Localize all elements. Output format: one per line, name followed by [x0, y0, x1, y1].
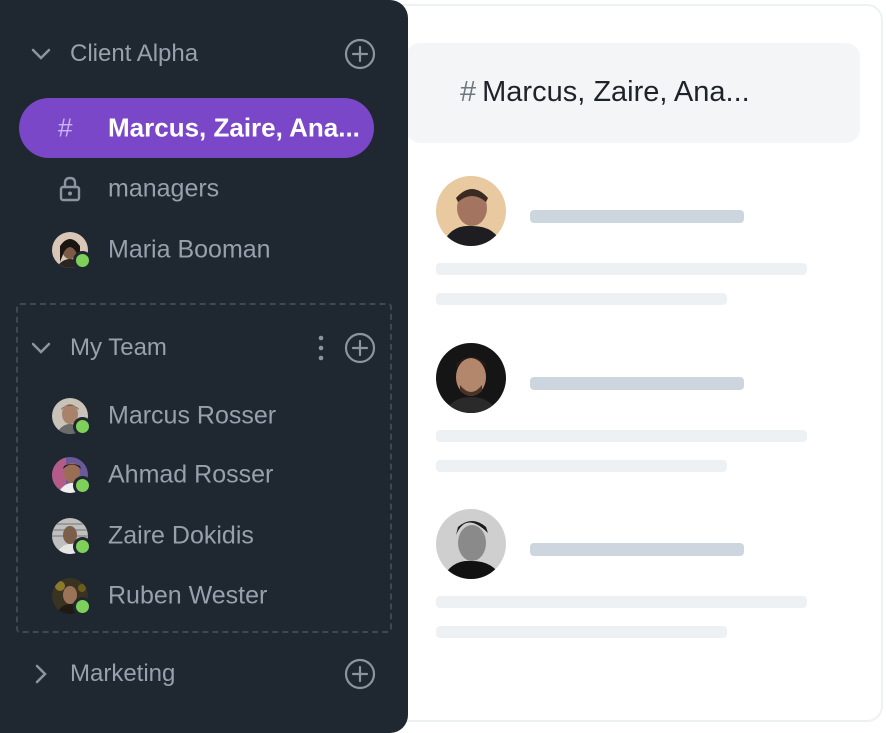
message-text-placeholder	[436, 430, 807, 442]
lock-icon	[59, 176, 81, 202]
online-status-indicator	[73, 417, 92, 436]
chat-title: # Marcus, Zaire, Ana...	[460, 76, 750, 109]
group-header-marketing[interactable]: Marketing	[0, 646, 408, 702]
chevron-right-icon[interactable]	[29, 662, 53, 686]
sidebar-item-maria-booman[interactable]: Maria Booman	[0, 222, 408, 278]
hash-icon: #	[460, 76, 477, 108]
message-item	[436, 343, 856, 483]
sidebar-item-zaire-dokidis[interactable]: Zaire Dokidis	[0, 508, 408, 564]
message-author-placeholder	[530, 543, 744, 556]
sidebar-item-label: managers	[108, 174, 220, 203]
online-status-indicator	[73, 476, 92, 495]
online-status-indicator	[73, 537, 92, 556]
sidebar-item-label: Ahmad Rosser	[108, 460, 274, 489]
more-options-icon[interactable]	[310, 333, 332, 363]
chevron-down-icon[interactable]	[29, 42, 53, 66]
sidebar-item-active-channel[interactable]: # Marcus, Zaire, Ana...	[19, 98, 374, 158]
add-icon[interactable]	[344, 332, 376, 364]
sidebar-item-label: Zaire Dokidis	[108, 521, 254, 550]
message-text-placeholder	[436, 263, 807, 275]
avatar	[52, 398, 92, 436]
sidebar-item-label: Maria Booman	[108, 235, 271, 264]
avatar	[52, 232, 92, 270]
message-author-placeholder	[530, 210, 744, 223]
avatar	[52, 578, 92, 616]
chat-title-text: Marcus, Zaire, Ana...	[482, 76, 750, 108]
message-item	[436, 176, 856, 316]
message-text-placeholder	[436, 626, 727, 638]
sidebar-item-ahmad-rosser[interactable]: Ahmad Rosser	[0, 447, 408, 503]
online-status-indicator	[73, 597, 92, 616]
message-text-placeholder	[436, 293, 727, 305]
group-label: Marketing	[70, 660, 176, 687]
message-author-placeholder	[530, 377, 744, 390]
online-status-indicator	[73, 251, 92, 270]
sidebar-item-ruben-wester[interactable]: Ruben Wester	[0, 568, 408, 624]
sidebar-item-label: Marcus, Zaire, Ana...	[108, 112, 360, 143]
group-header-client-alpha[interactable]: Client Alpha	[0, 26, 408, 82]
add-icon[interactable]	[344, 38, 376, 70]
avatar	[52, 518, 92, 556]
hash-icon: #	[58, 112, 73, 143]
sidebar-item-managers[interactable]: managers	[0, 161, 408, 217]
group-header-my-team[interactable]: My Team	[0, 320, 408, 376]
avatar	[52, 457, 92, 495]
message-text-placeholder	[436, 460, 727, 472]
add-icon[interactable]	[344, 658, 376, 690]
user-avatar	[436, 509, 506, 579]
message-item	[436, 509, 856, 649]
chat-panel: # Marcus, Zaire, Ana...	[380, 4, 883, 722]
chat-header: # Marcus, Zaire, Ana...	[406, 43, 860, 143]
chevron-down-icon[interactable]	[29, 336, 53, 360]
message-text-placeholder	[436, 596, 807, 608]
sidebar-item-label: Ruben Wester	[108, 581, 268, 610]
group-label: Client Alpha	[70, 40, 199, 67]
user-avatar	[436, 343, 506, 413]
sidebar-item-marcus-rosser[interactable]: Marcus Rosser	[0, 388, 408, 444]
sidebar-item-label: Marcus Rosser	[108, 401, 277, 430]
group-label: My Team	[70, 334, 167, 361]
sidebar: Client Alpha # Marcus, Zaire, Ana... man…	[0, 0, 408, 733]
user-avatar	[436, 176, 506, 246]
